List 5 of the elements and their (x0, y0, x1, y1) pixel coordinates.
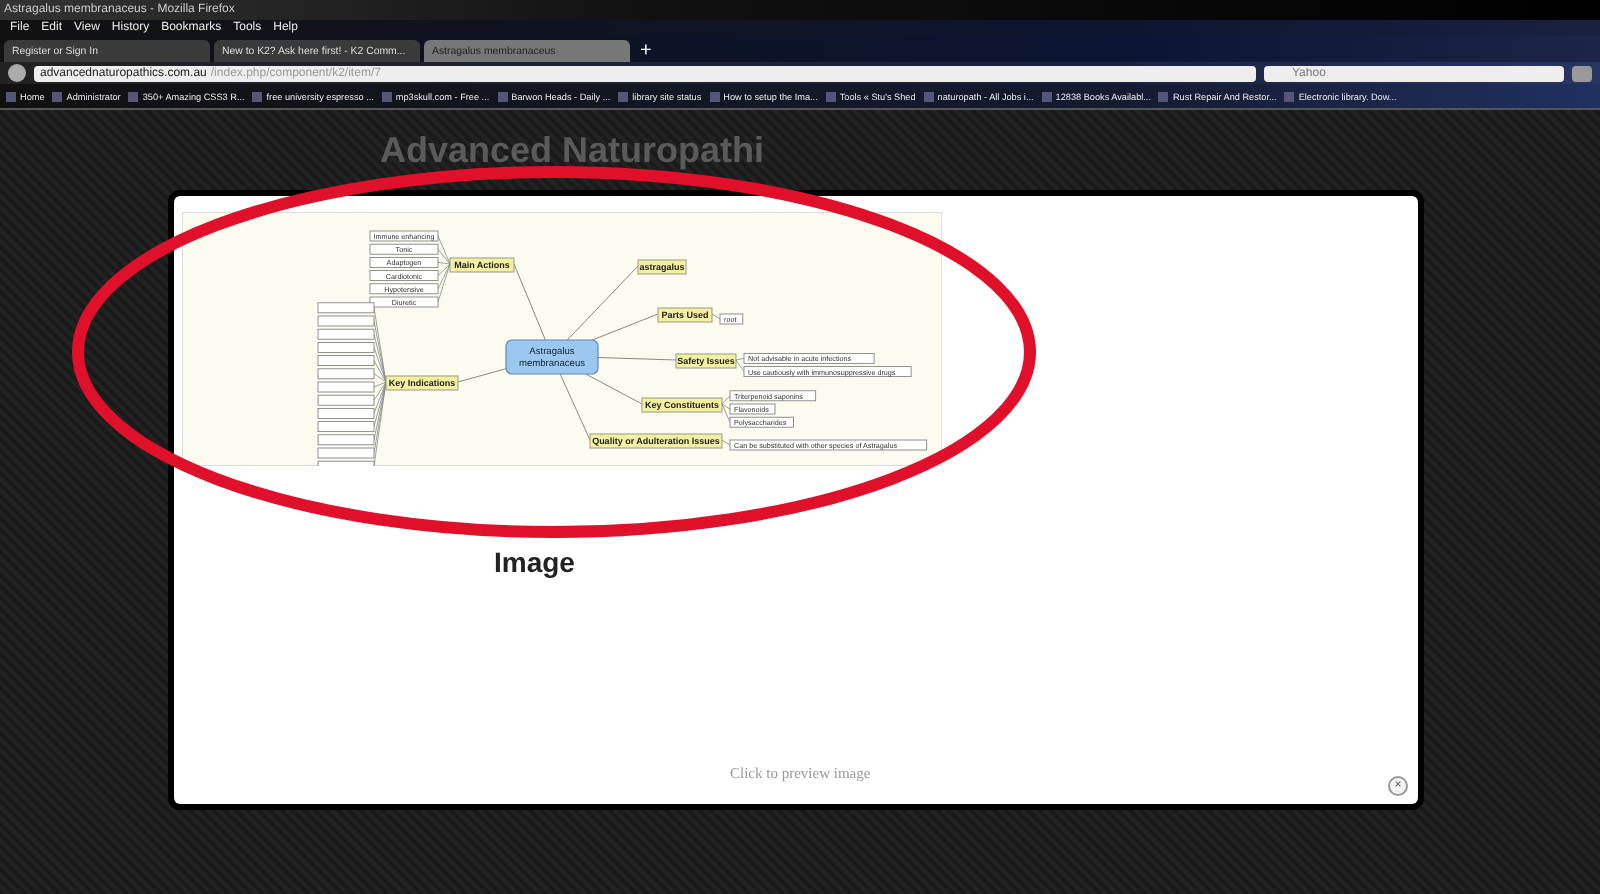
new-tab-button[interactable]: + (634, 40, 658, 62)
home-button[interactable] (1572, 65, 1592, 81)
site-heading: Advanced Naturopathi (380, 130, 767, 172)
back-button[interactable] (8, 64, 26, 82)
image-caption: Image (494, 546, 577, 578)
